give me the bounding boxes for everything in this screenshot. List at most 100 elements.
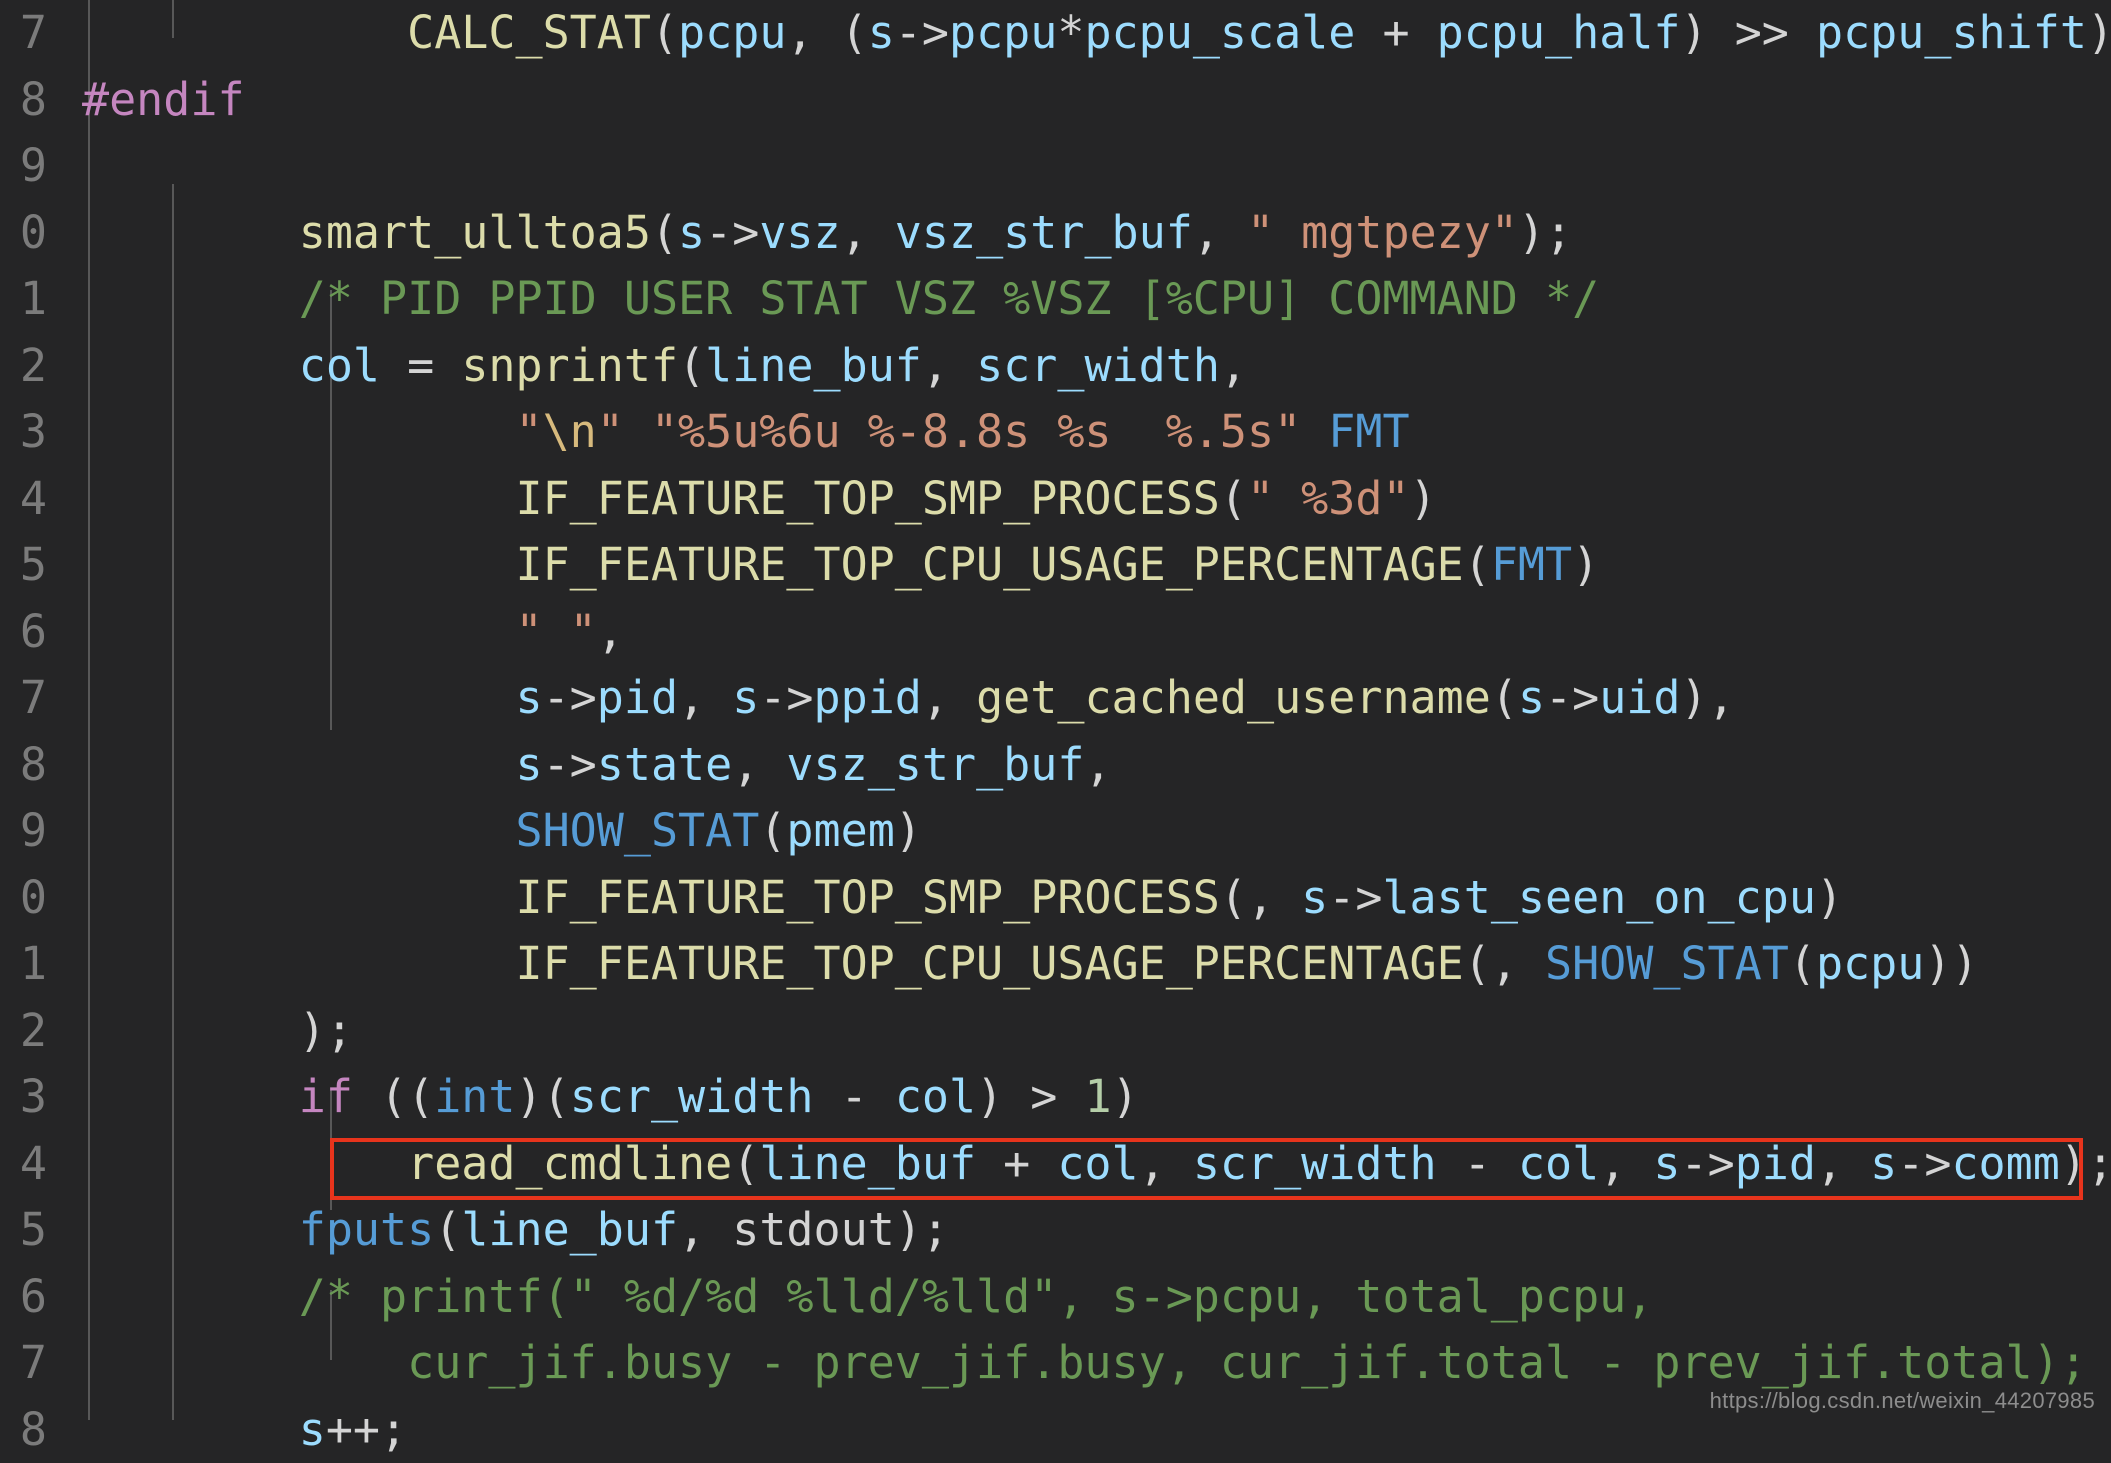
token-pun: ) (895, 804, 922, 857)
code-line[interactable]: 0 smart_ulltoa5(s->vsz, vsz_str_buf, " m… (0, 200, 2111, 267)
line-number[interactable]: 1 (0, 931, 46, 998)
token-pun (82, 6, 407, 59)
code-line[interactable]: 7 s->pid, s->ppid, get_cached_username(s… (0, 665, 2111, 732)
code-line[interactable]: 1 /* PID PPID USER STAT VSZ %VSZ [%CPU] … (0, 266, 2111, 333)
line-content[interactable]: " ", (82, 599, 624, 666)
token-pun: ), (1681, 671, 1735, 724)
line-number[interactable]: 0 (0, 200, 46, 267)
token-pun: , (1220, 339, 1247, 392)
token-pun (82, 1070, 299, 1123)
line-number[interactable]: 9 (0, 133, 46, 200)
line-content[interactable]: CALC_STAT(pcpu, (s->pcpu*pcpu_scale + pc… (82, 0, 2111, 67)
code-line[interactable]: 5 fputs(line_buf, stdout); (0, 1197, 2111, 1264)
line-number[interactable]: 9 (0, 798, 46, 865)
line-content[interactable]: read_cmdline(line_buf + col, scr_width -… (82, 1131, 2111, 1198)
token-var: s (515, 738, 542, 791)
code-lines-container[interactable]: 7 CALC_STAT(pcpu, (s->pcpu*pcpu_scale + … (0, 0, 2111, 1463)
line-number[interactable]: 4 (0, 466, 46, 533)
line-number[interactable]: 0 (0, 865, 46, 932)
token-pun: , (1193, 206, 1247, 259)
code-line[interactable]: 2 col = snprintf(line_buf, scr_width, (0, 333, 2111, 400)
line-number[interactable]: 8 (0, 1397, 46, 1463)
line-number[interactable]: 6 (0, 1264, 46, 1331)
token-pun: (( (353, 1070, 434, 1123)
code-line[interactable]: 3 if ((int)(scr_width - col) > 1) (0, 1064, 2111, 1131)
token-pun: ( (1464, 538, 1491, 591)
token-pun: ) (1816, 871, 1843, 924)
code-editor[interactable]: 7 CALC_STAT(pcpu, (s->pcpu*pcpu_scale + … (0, 0, 2111, 1420)
token-var: pcpu (678, 6, 786, 59)
code-line[interactable]: 9 SHOW_STAT(pmem) (0, 798, 2111, 865)
line-content[interactable]: IF_FEATURE_TOP_SMP_PROCESS(" %3d") (82, 466, 1437, 533)
line-content[interactable]: /* PID PPID USER STAT VSZ %VSZ [%CPU] CO… (82, 266, 1599, 333)
token-pun (82, 738, 515, 791)
token-pun: ( (434, 1203, 461, 1256)
token-mac: FMT (1328, 405, 1409, 458)
token-pun (82, 538, 515, 591)
line-content[interactable]: fputs(line_buf, stdout); (82, 1197, 949, 1264)
code-line[interactable]: 4 IF_FEATURE_TOP_SMP_PROCESS(" %3d") (0, 466, 2111, 533)
token-pun: -> (1681, 1137, 1735, 1190)
watermark-text: https://blog.csdn.net/weixin_44207985 (1710, 1388, 2095, 1414)
code-line[interactable]: 7 CALC_STAT(pcpu, (s->pcpu*pcpu_scale + … (0, 0, 2111, 67)
line-content[interactable]: cur_jif.busy - prev_jif.busy, cur_jif.to… (82, 1330, 2111, 1397)
code-line[interactable]: 6 /* printf(" %d/%d %lld/%lld", s->pcpu,… (0, 1264, 2111, 1331)
line-content[interactable]: s++; (82, 1397, 407, 1463)
code-line[interactable]: 8 s->state, vsz_str_buf, (0, 732, 2111, 799)
token-pun (82, 472, 515, 525)
line-number[interactable]: 7 (0, 665, 46, 732)
token-pun (1301, 405, 1328, 458)
code-line[interactable]: 7 cur_jif.busy - prev_jif.busy, cur_jif.… (0, 1330, 2111, 1397)
line-number[interactable]: 8 (0, 732, 46, 799)
line-number[interactable]: 1 (0, 266, 46, 333)
token-cmt: /* printf(" %d/%d %lld/%lld", s->pcpu, t… (299, 1270, 1654, 1323)
line-number[interactable]: 7 (0, 0, 46, 67)
code-line[interactable]: 8 #endif (0, 67, 2111, 134)
token-pun: stdout (732, 1203, 895, 1256)
line-content[interactable]: IF_FEATURE_TOP_CPU_USAGE_PERCENTAGE(, SH… (82, 931, 1979, 998)
line-content[interactable]: SHOW_STAT(pmem) (82, 798, 922, 865)
line-content[interactable]: smart_ulltoa5(s->vsz, vsz_str_buf, " mgt… (82, 200, 1572, 267)
line-content[interactable]: s->pid, s->ppid, get_cached_username(s->… (82, 665, 1735, 732)
code-line[interactable]: 6 " ", (0, 599, 2111, 666)
token-kw: if (299, 1070, 353, 1123)
line-number[interactable]: 4 (0, 1131, 46, 1198)
line-number[interactable]: 3 (0, 399, 46, 466)
line-number[interactable]: 7 (0, 1330, 46, 1397)
line-content[interactable]: if ((int)(scr_width - col) > 1) (82, 1064, 1139, 1131)
line-number[interactable]: 5 (0, 532, 46, 599)
line-content[interactable]: s->state, vsz_str_buf, (82, 732, 1112, 799)
code-line[interactable]: 4 read_cmdline(line_buf + col, scr_width… (0, 1131, 2111, 1198)
token-var: s (1653, 1137, 1680, 1190)
code-line[interactable]: 5 IF_FEATURE_TOP_CPU_USAGE_PERCENTAGE(FM… (0, 532, 2111, 599)
token-str: " (515, 405, 542, 458)
line-number[interactable]: 6 (0, 599, 46, 666)
code-line[interactable]: 2 ); (0, 998, 2111, 1065)
line-number[interactable]: 8 (0, 67, 46, 134)
line-content[interactable]: /* printf(" %d/%d %lld/%lld", s->pcpu, t… (82, 1264, 1653, 1331)
token-var: line_buf (705, 339, 922, 392)
token-pun: - (814, 1070, 895, 1123)
token-var: pcpu_scale (1084, 6, 1355, 59)
token-fn: CALC_STAT (407, 6, 651, 59)
line-content[interactable]: col = snprintf(line_buf, scr_width, (82, 333, 1247, 400)
token-pun (82, 1336, 407, 1389)
token-var: pmem (786, 804, 894, 857)
token-pun: -> (1545, 671, 1599, 724)
token-pun: -> (543, 671, 597, 724)
token-pun: ); (1518, 206, 1572, 259)
line-number[interactable]: 3 (0, 1064, 46, 1131)
line-content[interactable]: "\n" "%5u%6u %-8.8s %s %.5s" FMT (82, 399, 1410, 466)
line-number[interactable]: 2 (0, 998, 46, 1065)
line-content[interactable]: #endif (82, 67, 245, 134)
line-content[interactable]: IF_FEATURE_TOP_CPU_USAGE_PERCENTAGE(FMT) (82, 532, 1599, 599)
line-content[interactable]: ); (82, 998, 353, 1065)
line-number[interactable]: 2 (0, 333, 46, 400)
code-line[interactable]: 9 (0, 133, 2111, 200)
code-line[interactable]: 3 "\n" "%5u%6u %-8.8s %s %.5s" FMT (0, 399, 2111, 466)
code-line[interactable]: 1 IF_FEATURE_TOP_CPU_USAGE_PERCENTAGE(, … (0, 931, 2111, 998)
line-content[interactable]: IF_FEATURE_TOP_SMP_PROCESS(, s->last_see… (82, 865, 1843, 932)
code-line[interactable]: 0 IF_FEATURE_TOP_SMP_PROCESS(, s->last_s… (0, 865, 2111, 932)
token-fn: IF_FEATURE_TOP_CPU_USAGE_PERCENTAGE (515, 538, 1463, 591)
line-number[interactable]: 5 (0, 1197, 46, 1264)
